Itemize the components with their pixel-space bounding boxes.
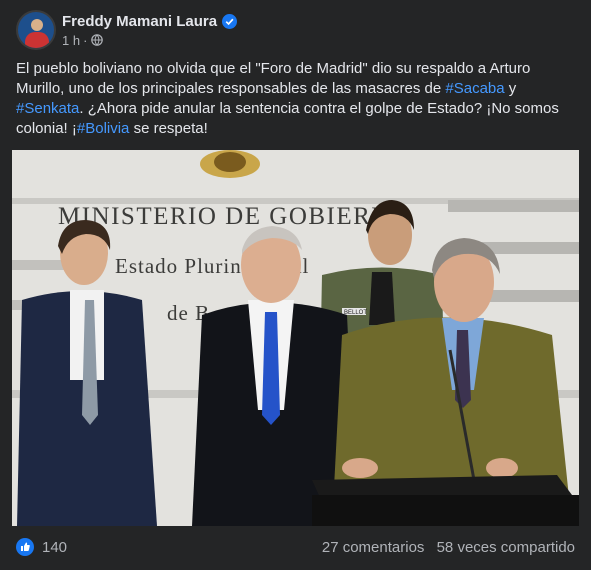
post-text-part: y <box>504 80 517 97</box>
hashtag-bolivia[interactable]: #Bolivia <box>77 120 130 137</box>
post-meta: Freddy Mamani Laura 1 h · <box>62 13 238 48</box>
reactions-count: 140 <box>42 538 68 556</box>
post-photo[interactable]: MINISTERIO DE GOBIERNO Estado Plurinacio… <box>12 150 579 526</box>
comments-count[interactable]: 27 comentarios <box>322 539 425 556</box>
post-text: El pueblo boliviano no olvida que el "Fo… <box>16 59 578 139</box>
avatar[interactable] <box>16 10 56 50</box>
shares-count[interactable]: 58 veces compartido <box>437 539 575 556</box>
hashtag-senkata[interactable]: #Senkata <box>16 100 79 117</box>
post-stats: 27 comentarios 58 veces compartido <box>314 539 575 556</box>
globe-icon <box>91 34 104 46</box>
verified-badge-icon <box>222 13 238 29</box>
coat-of-arms <box>200 150 260 178</box>
author-name[interactable]: Freddy Mamani Laura <box>62 13 217 30</box>
post-header: Freddy Mamani Laura 1 h · <box>16 10 238 50</box>
post-timestamp[interactable]: 1 h <box>62 33 80 48</box>
post-text-part: se respeta! <box>129 120 208 137</box>
hashtag-sacaba[interactable]: #Sacaba <box>445 80 504 97</box>
post-footer: 140 27 comentarios 58 veces compartido <box>16 537 575 557</box>
press-conference-image: MINISTERIO DE GOBIERNO Estado Plurinacio… <box>12 150 579 526</box>
post-card: Freddy Mamani Laura 1 h · El pueblo boli… <box>0 0 591 570</box>
guard-name-tag: BELLOT <box>344 310 367 316</box>
like-reaction-icon <box>16 538 34 556</box>
timestamp-separator: · <box>83 32 88 48</box>
reactions-summary[interactable]: 140 <box>16 538 67 556</box>
sign-line-1: MINISTERIO DE GOBIERNO <box>58 203 410 230</box>
